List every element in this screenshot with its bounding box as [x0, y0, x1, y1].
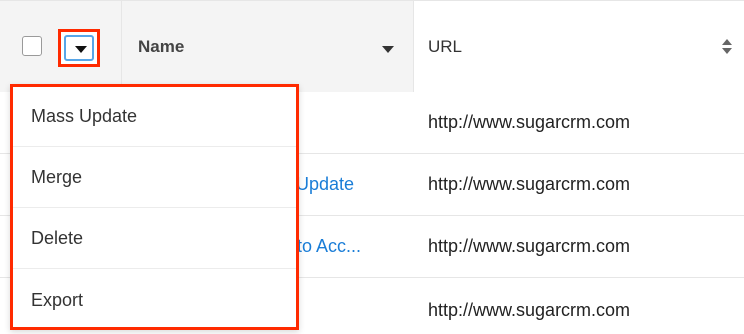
url-cell: http://www.sugarcrm.com: [428, 300, 631, 320]
actions-dropdown-focus-ring: [64, 35, 94, 61]
url-header-label: URL: [428, 37, 463, 56]
sort-descending-icon[interactable]: [382, 46, 394, 53]
menu-item-export[interactable]: Export: [13, 270, 296, 330]
caret-down-icon: [75, 46, 87, 53]
menu-item-delete[interactable]: Delete: [13, 209, 296, 269]
table-header: Name URL: [0, 0, 744, 92]
record-name-link[interactable]: Update: [296, 174, 354, 195]
select-all-checkbox[interactable]: [22, 36, 42, 56]
name-header-label: Name: [138, 37, 185, 56]
url-column-header[interactable]: [414, 1, 744, 92]
url-cell: http://www.sugarcrm.com: [428, 112, 631, 132]
record-name-link[interactable]: to Acc...: [297, 236, 361, 257]
url-cell: http://www.sugarcrm.com: [428, 174, 631, 194]
menu-item-mass-update[interactable]: Mass Update: [13, 87, 296, 147]
list-view: Name URL s http://www.sugarcrm.com Updat…: [0, 0, 744, 334]
actions-dropdown-menu: Mass Update Merge Delete Export: [10, 84, 299, 330]
sort-up-arrow-icon: [722, 39, 732, 45]
menu-item-merge[interactable]: Merge: [13, 148, 296, 208]
sort-icon[interactable]: [722, 39, 734, 57]
url-cell: http://www.sugarcrm.com: [428, 236, 631, 256]
sort-down-arrow-icon: [722, 48, 732, 54]
actions-dropdown-button[interactable]: [58, 29, 100, 67]
